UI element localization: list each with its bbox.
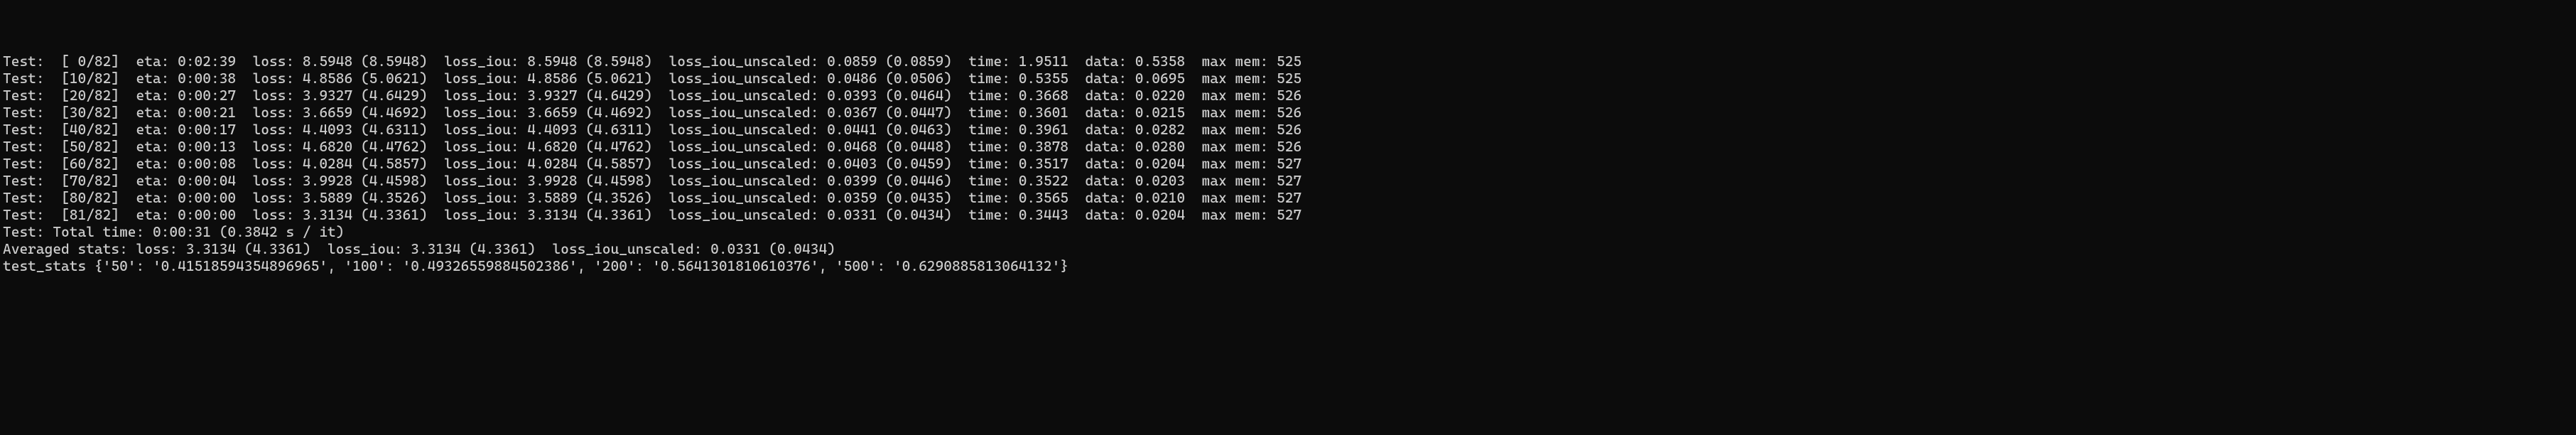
log-line: Averaged stats: loss: 3.3134 (4.3361) lo… <box>3 240 2573 257</box>
log-line: Test: [60/82] eta: 0:00:08 loss: 4.0284 … <box>3 155 2573 172</box>
log-line: Test: Total time: 0:00:31 (0.3842 s / it… <box>3 223 2573 240</box>
log-line: Test: [40/82] eta: 0:00:17 loss: 4.4093 … <box>3 121 2573 138</box>
log-line: Test: [20/82] eta: 0:00:27 loss: 3.9327 … <box>3 87 2573 104</box>
log-line: Test: [ 0/82] eta: 0:02:39 loss: 8.5948 … <box>3 53 2573 70</box>
log-line: Test: [30/82] eta: 0:00:21 loss: 3.6659 … <box>3 104 2573 121</box>
log-line: Test: [81/82] eta: 0:00:00 loss: 3.3134 … <box>3 206 2573 223</box>
log-line: Test: [80/82] eta: 0:00:00 loss: 3.5889 … <box>3 189 2573 206</box>
log-line: Test: [10/82] eta: 0:00:38 loss: 4.8586 … <box>3 70 2573 87</box>
terminal-output: Test: [ 0/82] eta: 0:02:39 loss: 8.5948 … <box>3 53 2573 274</box>
log-line: Test: [70/82] eta: 0:00:04 loss: 3.9928 … <box>3 172 2573 189</box>
log-line: Test: [50/82] eta: 0:00:13 loss: 4.6820 … <box>3 138 2573 155</box>
log-line: test_stats {'50': '0.41518594354896965',… <box>3 257 2573 274</box>
